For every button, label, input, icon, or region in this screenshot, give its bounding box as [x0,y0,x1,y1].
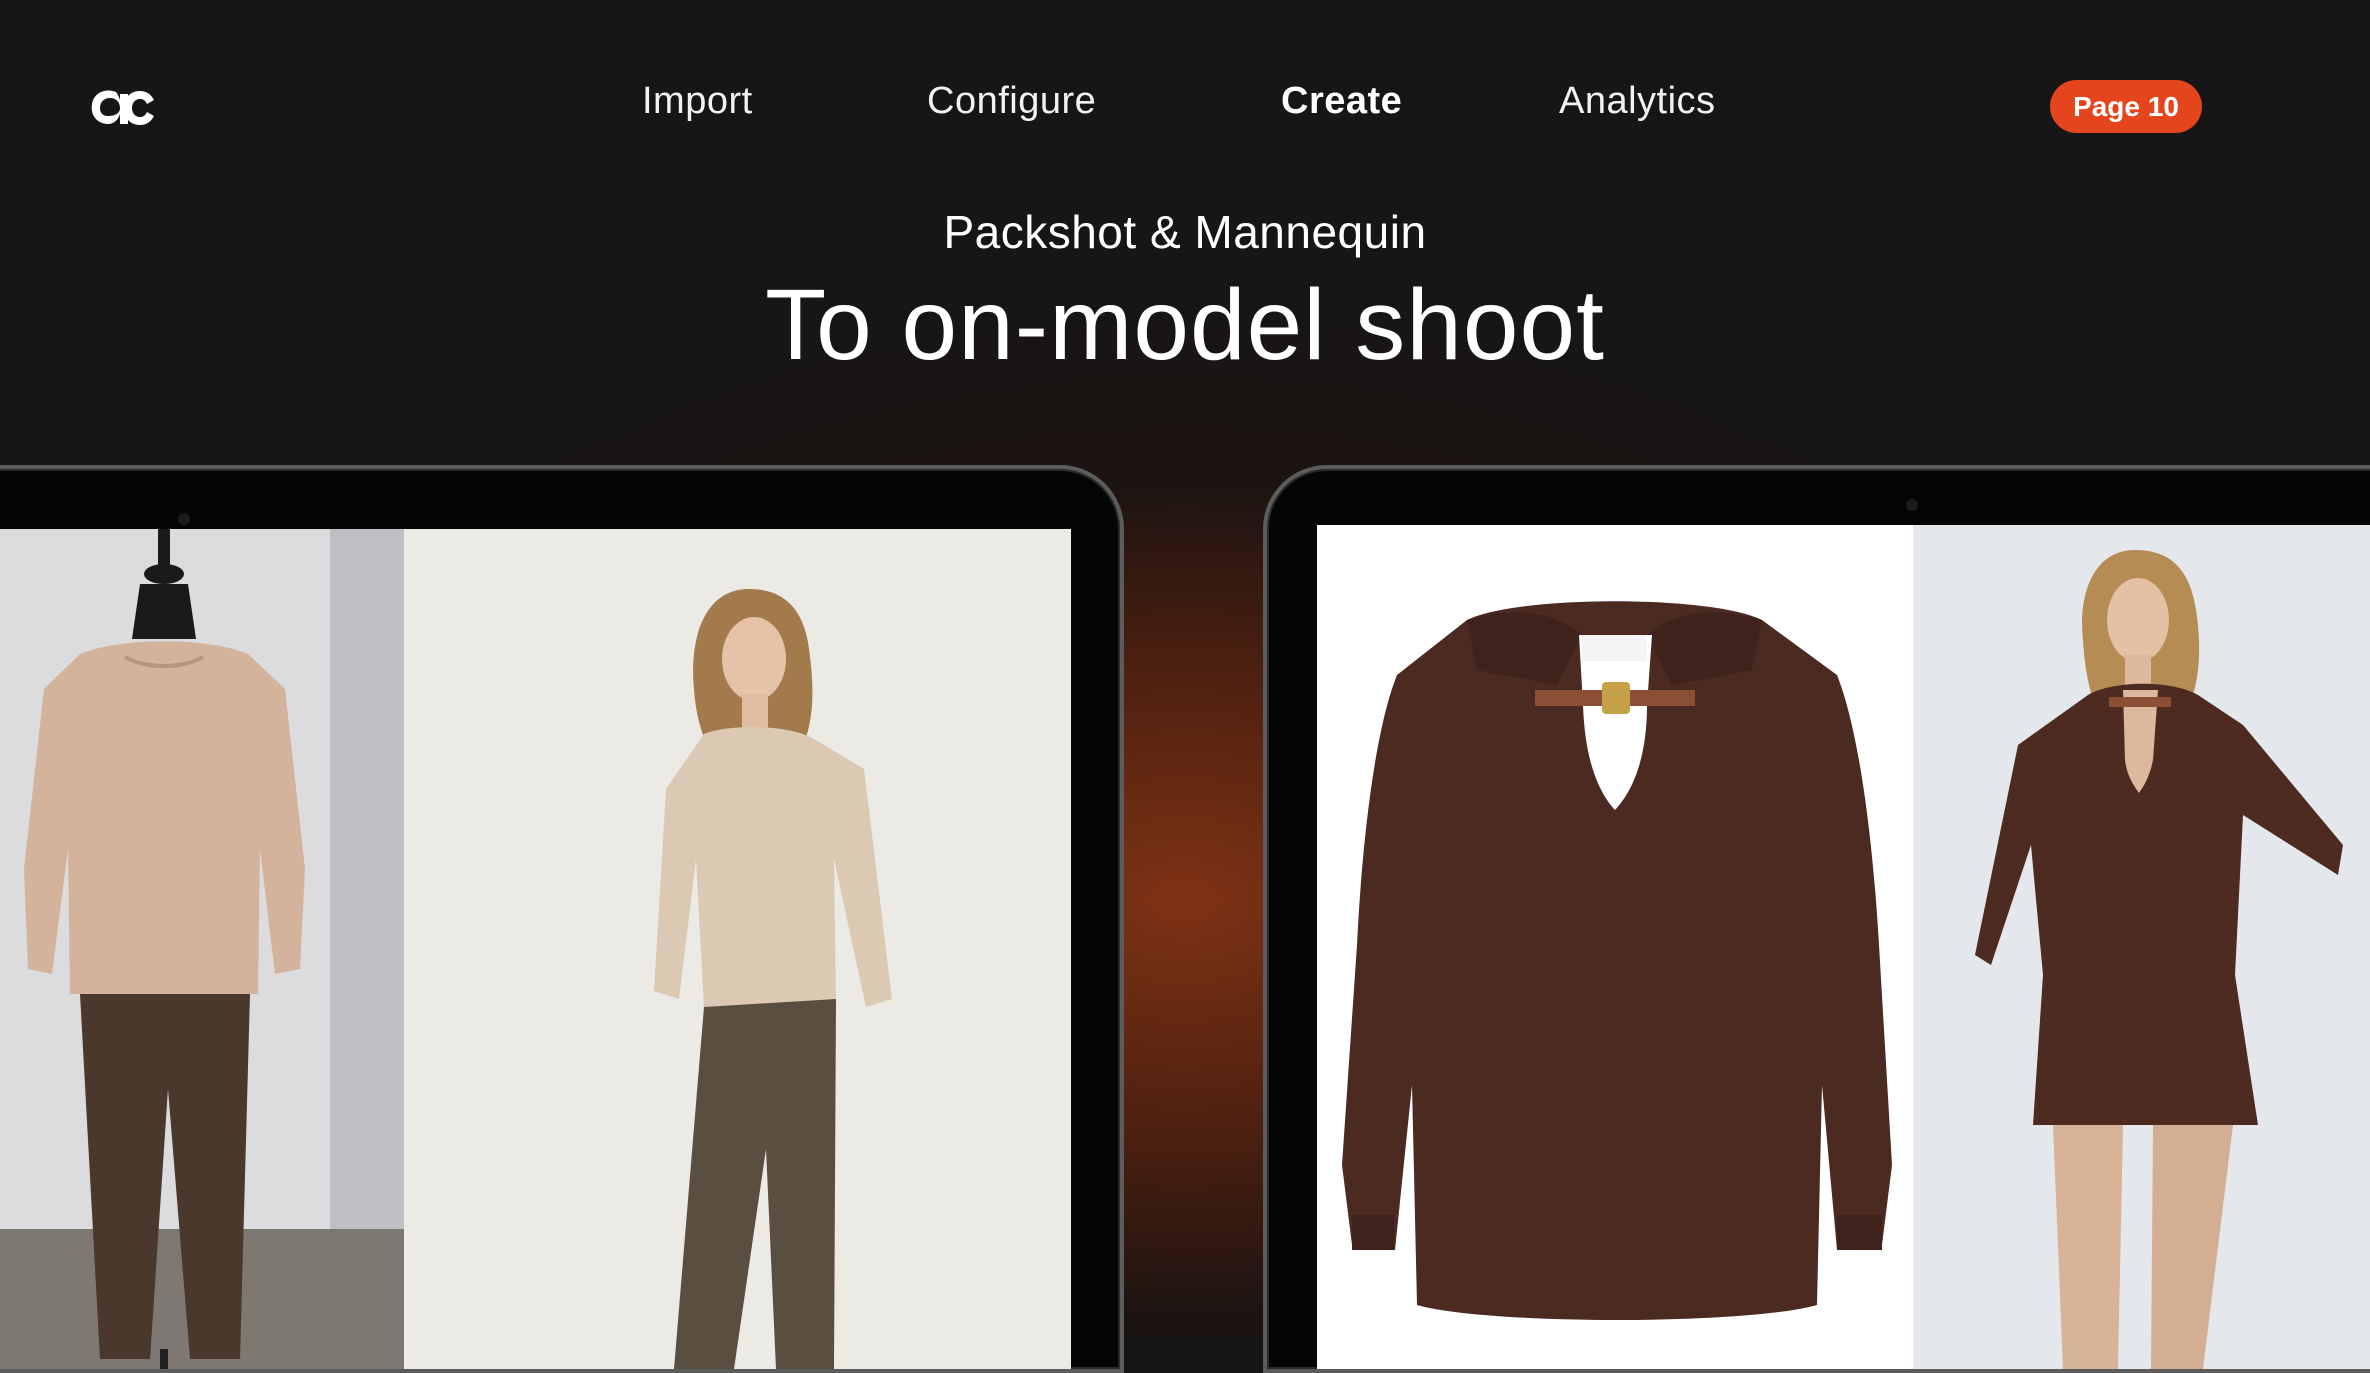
nav-configure[interactable]: Configure [927,80,1096,123]
nav-import[interactable]: Import [642,80,753,123]
model-photo-left [404,529,1071,1369]
laptop-left-screen [0,529,1071,1369]
camera-dot [178,513,190,525]
laptop-right-screen [1317,525,2370,1369]
top-bar: Import Configure Create Analytics Page 1… [0,0,2370,200]
model-image-left [404,529,1071,1369]
mannequin-photo [0,529,404,1369]
hero-subtitle: Packshot & Mannequin [943,206,1427,258]
hero-title: To on-model shoot [765,269,1605,381]
camera-dot [1906,499,1918,511]
model-photo-right [1913,525,2370,1369]
packshot-image [1317,525,1913,1369]
laptop-left [0,465,1124,1373]
model-image-right [1913,525,2370,1369]
mannequin-image [0,529,404,1369]
ac-logo-icon[interactable] [88,74,158,130]
laptop-right [1263,465,2370,1373]
page-badge[interactable]: Page 10 [2050,80,2202,133]
nav-analytics[interactable]: Analytics [1559,80,1716,123]
packshot-photo [1317,525,1913,1369]
nav-create[interactable]: Create [1281,80,1402,123]
